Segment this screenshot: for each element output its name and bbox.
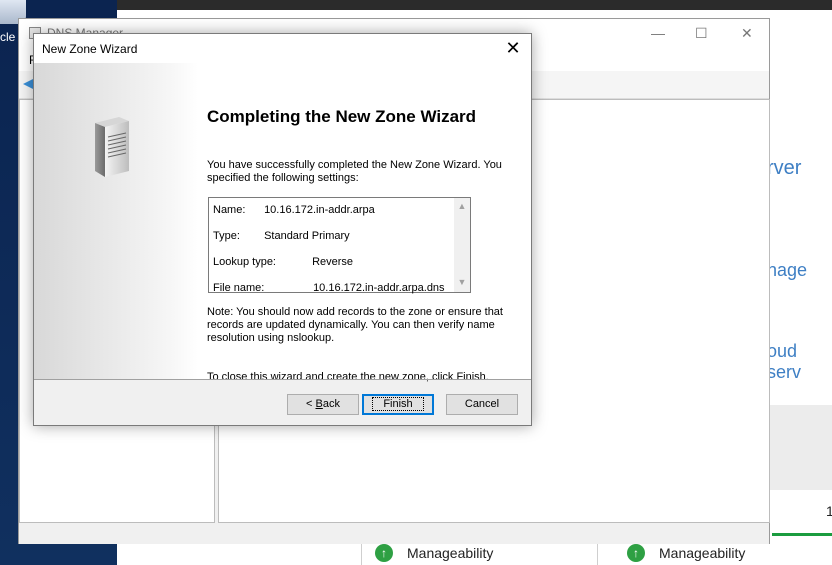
minimize-icon[interactable]: —	[651, 25, 665, 41]
settings-value: 10.16.172.in-addr.arpa.dns	[313, 282, 445, 294]
server-manager-text-fragment[interactable]: oud serv	[767, 341, 832, 383]
wizard-separator	[34, 379, 531, 380]
back-button-rest: ack	[322, 398, 340, 410]
back-button[interactable]: < Back	[287, 394, 359, 415]
close-icon[interactable]: ✕	[741, 25, 753, 42]
wizard-side-panel	[34, 63, 198, 379]
back-button-prefix: <	[306, 398, 316, 410]
server-manager-tile	[770, 405, 832, 490]
settings-value: Standard Primary	[264, 230, 350, 242]
status-bar-green	[772, 533, 832, 536]
new-zone-wizard-dialog: New Zone Wizard ✕ Completing the New Zon…	[33, 33, 532, 426]
wizard-note-text: Note: You should now add records to the …	[207, 306, 503, 344]
scroll-up-icon[interactable]: ▲	[457, 201, 467, 213]
finish-button-label: Finish	[372, 397, 424, 411]
wizard-finish-instructions: To close this wizard and create the new …	[207, 371, 489, 383]
settings-scrollbar[interactable]: ▲ ▼	[454, 198, 470, 292]
wizard-heading: Completing the New Zone Wizard	[207, 107, 477, 126]
server-manager-titlebar	[117, 0, 832, 10]
settings-row-file-name: File name: 10.16.172.in-addr.arpa.dns	[213, 282, 445, 294]
settings-label: Lookup type:	[213, 256, 276, 268]
back-button-accelerator: B	[315, 398, 323, 410]
settings-label: Name:	[213, 204, 246, 216]
server-manager-text-fragment[interactable]: nage	[767, 260, 807, 281]
settings-row-name: Name: 10.16.172.in-addr.arpa	[213, 204, 375, 216]
settings-summary-box[interactable]: Name: 10.16.172.in-addr.arpa Type: Stand…	[208, 197, 471, 294]
recycle-bin-label: cle	[0, 30, 16, 44]
wizard-intro-text: You have successfully completed the New …	[207, 159, 502, 184]
server-count: 1	[826, 503, 832, 519]
wizard-body: Completing the New Zone Wizard You have …	[34, 63, 531, 383]
manageability-label: Manageability	[659, 544, 746, 561]
maximize-icon[interactable]: ☐	[695, 25, 708, 42]
settings-value: 10.16.172.in-addr.arpa	[264, 204, 375, 216]
finish-button[interactable]: Finish	[362, 394, 434, 415]
server-icon	[95, 117, 129, 177]
manageability-label: Manageability	[407, 544, 494, 561]
wizard-titlebar: New Zone Wizard ✕	[34, 34, 531, 63]
cancel-button[interactable]: Cancel	[446, 394, 518, 415]
settings-row-lookup-type: Lookup type: Reverse	[213, 256, 353, 268]
dns-statusbar	[19, 525, 769, 544]
wizard-title: New Zone Wizard	[42, 42, 138, 56]
server-manager-text-fragment[interactable]: rver	[767, 157, 801, 180]
settings-value: Reverse	[312, 256, 354, 268]
scroll-down-icon[interactable]: ▼	[457, 277, 467, 289]
settings-label: File name:	[213, 282, 265, 294]
settings-row-type: Type: Standard Primary	[213, 230, 350, 242]
settings-label: Type:	[213, 230, 240, 242]
up-arrow-icon: ↑	[375, 543, 393, 562]
up-arrow-icon: ↑	[627, 543, 645, 562]
close-icon[interactable]: ✕	[503, 38, 523, 58]
